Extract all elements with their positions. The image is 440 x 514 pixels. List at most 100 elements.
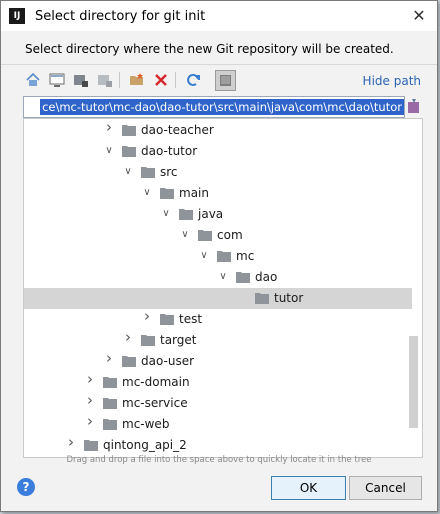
folder-icon [103, 398, 117, 409]
chevron-right-icon[interactable]: › [104, 351, 114, 366]
tree-row[interactable]: › mc-service [24, 393, 412, 414]
tree-row[interactable]: › qintong_api_2 [24, 435, 412, 456]
folder-icon [160, 314, 174, 325]
tree-row-label: com [217, 228, 243, 242]
chevron-down-icon[interactable]: ∨ [142, 187, 152, 199]
chevron-down-icon[interactable]: ∨ [199, 250, 209, 262]
toolbar-separator [175, 72, 176, 88]
toolbar-separator [119, 72, 120, 88]
tree-row[interactable]: › dao-user [24, 351, 412, 372]
delete-icon [155, 74, 167, 86]
module-icon [98, 75, 112, 87]
path-history-button[interactable] [406, 97, 422, 115]
tree-row-label: main [179, 186, 209, 200]
chevron-down-icon[interactable]: ∨ [104, 145, 114, 157]
home-icon [26, 72, 40, 86]
help-icon: ? [22, 480, 30, 494]
drag-drop-hint: Drag and drop a file into the space abov… [66, 455, 372, 465]
chevron-right-icon[interactable]: › [104, 120, 114, 135]
chevron-down-icon[interactable]: ∨ [123, 166, 133, 178]
intellij-app-icon: IJ [9, 8, 25, 24]
folder-icon [179, 209, 193, 220]
tree-row[interactable]: ∨ com [24, 225, 412, 246]
show-hidden-icon [220, 75, 231, 86]
tree-row-label: dao-tutor [141, 144, 198, 158]
tree-row[interactable]: › test [24, 309, 412, 330]
tree-row-label: java [198, 207, 224, 221]
tree-row-label: tutor [274, 291, 304, 305]
tree-row-label: test [179, 312, 203, 326]
ok-button[interactable]: OK [271, 476, 346, 500]
project-icon [74, 75, 88, 87]
tree-row-label: mc-domain [122, 375, 190, 389]
dialog-description: Select directory where the new Git repos… [25, 42, 394, 56]
tree-row[interactable]: › target [24, 330, 412, 351]
cancel-button[interactable]: Cancel [349, 476, 422, 500]
git-init-dialog: IJ Select directory for git init ✕ Selec… [0, 0, 438, 512]
tree-row[interactable]: ∨ mc [24, 246, 412, 267]
tree-row[interactable]: ∨ dao-tutor [24, 141, 412, 162]
folder-icon [236, 272, 250, 283]
tree-row[interactable]: ∨ main [24, 183, 412, 204]
tree-row-label: mc-service [122, 396, 188, 410]
path-text-selected: ce\mc-tutor\mc-dao\dao-tutor\src\main\ja… [40, 99, 404, 115]
refresh-button[interactable] [183, 70, 203, 90]
dialog-title: Select directory for git init [35, 9, 206, 24]
folder-icon [160, 188, 174, 199]
tree-row-label: dao-user [141, 354, 195, 368]
folder-icon [122, 146, 136, 157]
close-button[interactable]: ✕ [401, 1, 437, 31]
new-folder-icon [130, 73, 143, 85]
desktop-icon [49, 73, 65, 87]
home-button[interactable] [23, 70, 43, 90]
tree-row-label: dao-teacher [141, 123, 214, 137]
chevron-down-icon[interactable]: ∨ [218, 271, 228, 283]
chevron-right-icon[interactable]: › [85, 414, 95, 429]
tree-row[interactable]: tutor [24, 288, 412, 309]
folder-icon [84, 440, 98, 451]
tree-row-label: target [160, 333, 197, 347]
tree-row-label: src [160, 165, 178, 179]
chevron-down-icon[interactable]: ∨ [180, 229, 190, 241]
chevron-down-icon[interactable]: ∨ [161, 208, 171, 220]
folder-icon [255, 293, 269, 304]
tree-row-label: mc-web [122, 417, 170, 431]
chevron-right-icon[interactable]: › [85, 393, 95, 408]
help-button[interactable]: ? [17, 478, 35, 496]
show-hidden-button[interactable] [215, 70, 236, 91]
folder-icon [122, 356, 136, 367]
hide-path-link[interactable]: Hide path [363, 74, 421, 88]
folder-icon [198, 230, 212, 241]
tree-row[interactable]: › mc-domain [24, 372, 412, 393]
tree-scrollbar[interactable] [409, 336, 418, 428]
folder-icon [217, 251, 231, 262]
tree-row[interactable]: › dao-teacher [24, 120, 412, 141]
path-input[interactable]: ce\mc-tutor\mc-dao\dao-tutor\src\main\ja… [23, 96, 405, 118]
folder-icon [141, 335, 155, 346]
tree-row[interactable]: ∨ java [24, 204, 412, 225]
tree-row-label: qintong_api_2 [103, 438, 187, 452]
new-folder-button[interactable] [127, 70, 147, 90]
folder-icon [122, 125, 136, 136]
chevron-right-icon[interactable]: › [123, 330, 133, 345]
desktop-button[interactable] [47, 70, 67, 90]
project-button[interactable] [71, 70, 91, 90]
tree-row[interactable]: ∨ src [24, 162, 412, 183]
directory-tree[interactable]: › dao-teacher ∨ dao-tutor ∨ src ∨ main ∨ java ∨ com… [23, 118, 423, 458]
chevron-right-icon[interactable]: › [142, 309, 152, 324]
chevron-right-icon[interactable]: › [85, 372, 95, 387]
chevron-right-icon[interactable]: › [66, 435, 76, 450]
tree-row[interactable]: › mc-web [24, 414, 412, 435]
history-icon [408, 99, 419, 113]
tree-row[interactable]: ∨ dao [24, 267, 412, 288]
refresh-icon [187, 73, 200, 86]
delete-button[interactable] [151, 70, 171, 90]
folder-icon [103, 377, 117, 388]
title-bar: IJ Select directory for git init ✕ [1, 1, 437, 31]
tree-row-label: dao [255, 270, 278, 284]
folder-icon [103, 419, 117, 430]
folder-icon [141, 167, 155, 178]
close-icon: ✕ [412, 6, 426, 25]
module-button[interactable] [95, 70, 115, 90]
separator [1, 64, 437, 65]
